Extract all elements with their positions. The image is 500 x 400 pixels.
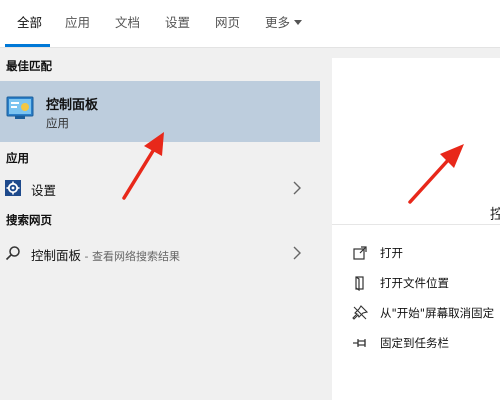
section-best-match: 最佳匹配 (6, 59, 52, 73)
app-result-label: 设置 (31, 183, 57, 198)
action-open[interactable]: 打开 (332, 239, 500, 269)
chevron-right-icon[interactable] (292, 181, 302, 195)
control-panel-icon (6, 96, 34, 119)
search-tab-bar: 全部 应用 文档 设置 网页 更多 (0, 0, 500, 48)
action-open-label: 打开 (380, 246, 403, 260)
tab-web[interactable]: 网页 (215, 14, 240, 34)
best-match-subtitle: 应用 (46, 116, 69, 130)
results-list: 最佳匹配 控制面板 应用 应用 设置 搜索网页 控制面板 - 查看网络搜索结果 (0, 48, 320, 400)
action-pin-taskbar[interactable]: 固定到任务栏 (332, 329, 500, 359)
action-open-file-location-label: 打开文件位置 (380, 276, 449, 290)
web-result-control-panel[interactable]: 控制面板 - 查看网络搜索结果 (0, 237, 320, 269)
web-result-hint: - 查看网络搜索结果 (81, 250, 180, 263)
tab-settings[interactable]: 设置 (165, 14, 190, 34)
tab-more-label: 更多 (265, 15, 291, 30)
action-open-file-location[interactable]: 打开文件位置 (332, 269, 500, 299)
preview-panel: 控 打开 打开文件位置 从"开始"屏幕取消固定 固定到任务栏 (320, 48, 500, 400)
file-location-icon (355, 276, 364, 291)
active-tab-indicator (5, 44, 50, 47)
annotation-arrow-icon (122, 132, 164, 200)
chevron-down-icon (294, 20, 303, 25)
tab-all[interactable]: 全部 (17, 14, 42, 34)
tab-more[interactable]: 更多 (265, 14, 303, 34)
tab-apps[interactable]: 应用 (65, 14, 90, 34)
search-icon (5, 246, 20, 261)
section-web: 搜索网页 (6, 213, 52, 227)
action-unpin-start-label: 从"开始"屏幕取消固定 (380, 306, 495, 320)
annotation-arrow-icon (408, 144, 464, 204)
chevron-right-icon[interactable] (292, 246, 302, 260)
gear-icon (5, 180, 21, 196)
tab-documents[interactable]: 文档 (115, 14, 140, 34)
action-pin-taskbar-label: 固定到任务栏 (380, 336, 449, 350)
best-match-title: 控制面板 (46, 98, 99, 113)
preview-title: 控 (490, 207, 500, 223)
action-unpin-start[interactable]: 从"开始"屏幕取消固定 (332, 299, 500, 329)
section-apps: 应用 (6, 151, 29, 165)
pin-taskbar-icon (353, 339, 366, 347)
open-icon (353, 246, 367, 260)
web-result-query: 控制面板 (31, 248, 82, 263)
unpin-icon (352, 305, 368, 320)
web-result-label: 控制面板 - 查看网络搜索结果 (31, 245, 180, 264)
action-list: 打开 打开文件位置 从"开始"屏幕取消固定 固定到任务栏 (332, 224, 500, 400)
